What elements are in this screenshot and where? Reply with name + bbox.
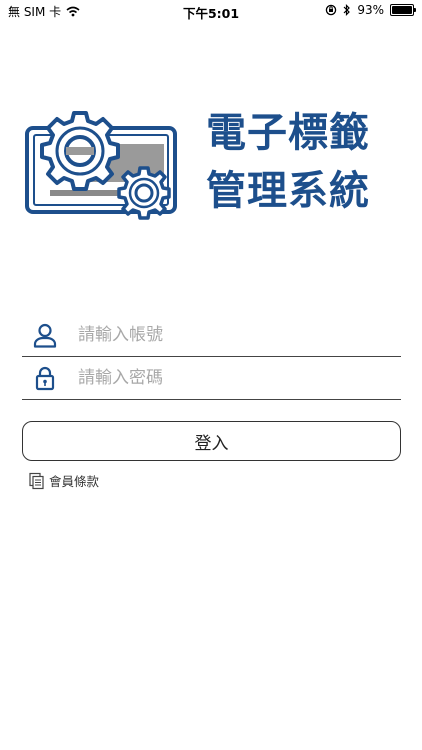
battery-icon (390, 4, 416, 16)
orientation-lock-icon (326, 4, 337, 16)
app-logo (25, 111, 177, 220)
username-field[interactable] (22, 314, 401, 357)
app-title-line1: 電子標籤 (206, 110, 370, 156)
status-right: 93% (325, 3, 416, 17)
lock-icon (35, 366, 55, 391)
login-button[interactable]: 登入 (22, 421, 401, 461)
password-field[interactable] (22, 357, 401, 400)
document-icon (29, 472, 44, 489)
app-title: 電子標籤 管理系統 (206, 104, 370, 220)
app-title-line2: 管理系統 (206, 168, 370, 214)
battery-percent: 93% (357, 3, 384, 17)
password-input[interactable] (78, 365, 388, 391)
status-bar: 無 SIM 卡 下午5:01 93% (0, 0, 422, 22)
user-icon (33, 323, 57, 348)
terms-label: 會員條款 (49, 474, 100, 489)
username-input[interactable] (78, 322, 388, 348)
terms-link[interactable]: 會員條款 (28, 471, 99, 490)
bluetooth-icon (343, 4, 351, 16)
